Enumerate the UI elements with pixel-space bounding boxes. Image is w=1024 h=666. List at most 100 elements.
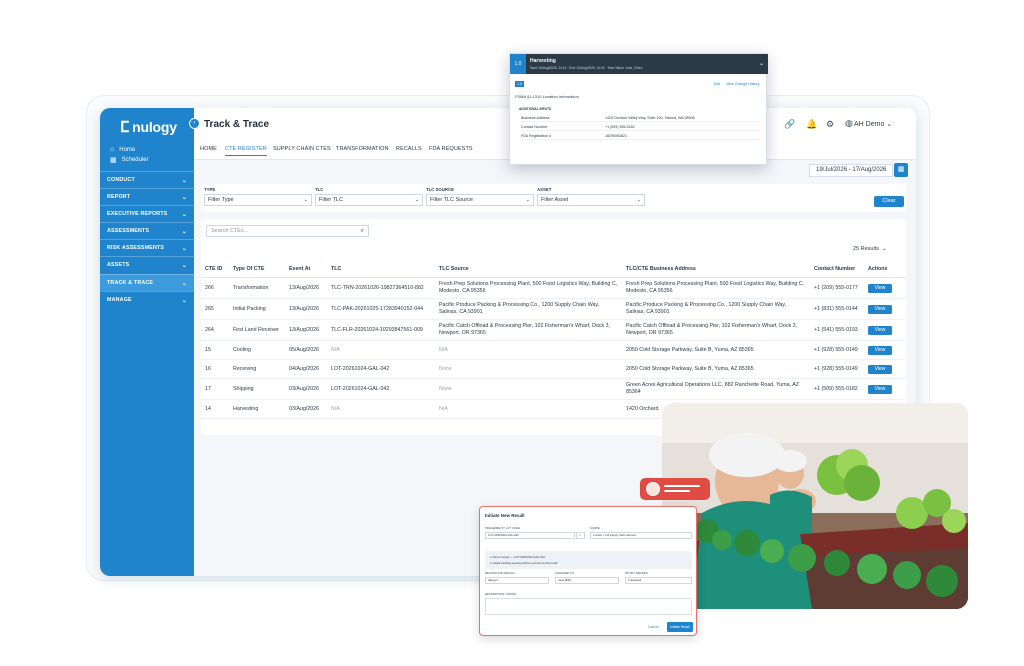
harvesting-detail-panel: 1.0 Harvesting Start: 30/Aug/2026, 14:16… [509, 53, 768, 165]
sidebar-section-report[interactable]: REPORT ⌄ [100, 188, 194, 205]
tab-cte-register[interactable]: CTE REGISTER [225, 146, 267, 156]
table-row[interactable]: 16 Receiving 04/Aug/2026 LOT-20261024-GAL-0… [201, 359, 906, 379]
table-row[interactable]: 15 Cooling 05/Aug/2026 N/A N/A 2050 Cold Stor… [201, 340, 906, 360]
brand-logo[interactable]: ⵎ nulogy [120, 118, 177, 136]
view-button[interactable]: View [868, 304, 892, 314]
sidebar-section-assets[interactable]: ASSETS ⌄ [100, 256, 194, 273]
assigned-to-select[interactable]: Jane Miller [555, 577, 619, 584]
cell-tlc-source: None [435, 378, 622, 400]
filter-asset-select[interactable]: Filter Asset ⌄ [537, 194, 645, 206]
user-menu[interactable]: AH Demo ⌄ [854, 120, 892, 128]
clear-filters-button[interactable]: Clear [874, 196, 904, 207]
notify-parties-label: NOTIFY PARTIES [625, 571, 648, 575]
sidebar-link-home[interactable]: ⌂ Home [110, 146, 135, 153]
chevron-down-icon: ⌄ [886, 121, 893, 128]
results-count-select[interactable]: 25 Results ⌄ [853, 246, 887, 252]
date-range-input[interactable]: 19/Jul/2026 - 17/Aug/2026 [809, 164, 893, 177]
search-input[interactable]: Search CTEs... ⌕ [206, 225, 369, 237]
page-title: Track & Trace [204, 119, 270, 130]
table-row[interactable]: 17 Shipping 03/Aug/2026 LOT-20261024-GAL-04… [201, 378, 906, 400]
tab-recalls[interactable]: RECALLS [396, 146, 422, 152]
chat-notification[interactable] [640, 478, 710, 500]
filter-tlc-select[interactable]: Filter TLC ⌄ [315, 194, 423, 206]
collapse-panel-button[interactable]: ⌄ [759, 60, 764, 67]
sidebar-section-risk-assessments[interactable]: RISK ASSESSMENTS ⌄ [100, 239, 194, 256]
cell-tlc-source: N/A [435, 340, 622, 360]
reason-select[interactable]: Allergen [485, 577, 549, 584]
table-body: 266 Transformation 13/Aug/2026 TLC-TRN-2026… [201, 277, 906, 419]
detail-key: Contact Number [521, 125, 548, 129]
filter-type-select[interactable]: Filter Type ⌄ [204, 194, 312, 206]
column-header[interactable]: TLC/CTE Business Address [622, 261, 810, 278]
initiate-recall-button[interactable]: Initiate Recall [667, 622, 693, 632]
table-row[interactable]: 266 Transformation 13/Aug/2026 TLC-TRN-2026… [201, 277, 906, 299]
cell-event-at: 04/Aug/2026 [285, 359, 327, 379]
cell-event-at: 03/Aug/2026 [285, 399, 327, 419]
sidebar-section-track-and-trace[interactable]: TRACK & TRACE ⌄ [100, 274, 194, 291]
tlc-label: TRACEABILITY LOT CODE [485, 526, 520, 530]
cell-type: Cooling [229, 340, 285, 360]
cell-type: Harvesting [229, 399, 285, 419]
tab-transformation[interactable]: TRANSFORMATION [336, 146, 389, 152]
description-textarea[interactable] [485, 598, 692, 615]
view-button[interactable]: View [868, 364, 892, 374]
column-header[interactable]: TLC Source [435, 261, 622, 278]
sidebar-link-scheduler[interactable]: ▦ Scheduler [110, 156, 149, 164]
cell-cte-id: 265 [201, 298, 229, 320]
tab-fda-requests[interactable]: FDA REQUESTS [429, 146, 473, 152]
column-header[interactable]: Event At [285, 261, 327, 278]
cell-actions: View [864, 277, 906, 299]
column-header[interactable]: Type Of CTE [229, 261, 285, 278]
sidebar-section-assessments[interactable]: ASSESSMENTS ⌄ [100, 222, 194, 239]
calendar-button[interactable]: ▦ [894, 163, 908, 177]
sidebar-section-manage[interactable]: MANAGE ⌄ [100, 291, 194, 308]
detail-row: Contact Number +1 (509) 555-0182 [519, 123, 759, 131]
view-button[interactable]: View [868, 384, 892, 394]
cell-event-at: 13/Aug/2026 [285, 298, 327, 320]
cell-type: Transformation [229, 277, 285, 299]
filter-tlc-source-select[interactable]: Filter TLC Source ⌄ [426, 194, 534, 206]
bell-icon[interactable]: 🔔 [806, 119, 817, 130]
sidebar-section-label: ASSETS [107, 262, 130, 268]
tab-home[interactable]: HOME [200, 146, 217, 152]
search-icon: ⌕ [360, 228, 364, 234]
location-info-heading: FSMA §1.1310 Location Information [515, 94, 579, 99]
gear-icon[interactable]: ⚙ [826, 119, 834, 130]
table-row[interactable]: 265 Initial Packing 13/Aug/2026 TLC-PAK-202… [201, 298, 906, 320]
edit-link[interactable]: Edit [714, 82, 720, 86]
scope-select[interactable]: 1-down + full supply chain descent [590, 532, 692, 539]
chevron-down-icon: ⌄ [414, 197, 419, 203]
tlc-select[interactable]: LOT-20261024-GAL-042 [485, 532, 575, 539]
sidebar-section-executive-reports[interactable]: EXECUTIVE REPORTS ⌄ [100, 205, 194, 222]
column-header[interactable]: Contact Number [810, 261, 864, 278]
table-row[interactable]: 264 First Land Receiver 13/Aug/2026 TLC-FLR… [201, 319, 906, 341]
collapse-sidebar-button[interactable]: ‹ [189, 118, 200, 129]
sidebar-section-label: CONDUCT [107, 177, 135, 183]
view-button[interactable]: View [868, 345, 892, 355]
results-count: 25 Results [853, 246, 879, 252]
notify-parties-select[interactable]: 2 Selected [625, 577, 692, 584]
cancel-button[interactable]: Cancel [648, 625, 659, 629]
link-icon[interactable]: 🔗 [784, 119, 795, 130]
tab-supply-chain-ctes[interactable]: SUPPLY CHAIN CTES [273, 146, 331, 152]
calendar-icon: ▦ [110, 157, 117, 164]
detail-key: Business Address [521, 116, 550, 120]
view-button[interactable]: View [868, 325, 892, 335]
filter-tlc-value: Filter TLC [319, 197, 344, 203]
produce-worker-photo [662, 403, 968, 609]
tlc-clear-button[interactable]: × [576, 532, 585, 539]
cell-event-at: 13/Aug/2026 [285, 277, 327, 299]
view-button[interactable]: View [868, 283, 892, 293]
photo-illustration [662, 403, 968, 609]
view-change-history-link[interactable]: View Change History [726, 82, 760, 86]
dialog-title: Initiate New Recall [485, 513, 525, 518]
cell-type: First Land Receiver [229, 319, 285, 341]
column-header[interactable]: TLC [327, 261, 435, 278]
cell-contact-number: +1 (509) 555-0182 [810, 378, 864, 400]
column-header[interactable]: CTE ID [201, 261, 229, 278]
globe-icon[interactable]: ◍ [845, 118, 853, 129]
cell-actions: View [864, 298, 906, 320]
sidebar-section-conduct[interactable]: CONDUCT ⌄ [100, 171, 194, 188]
cell-tlc-source: Pacific Produce Packing & Processing Co.… [435, 298, 622, 320]
brand-name: nulogy [132, 119, 177, 135]
